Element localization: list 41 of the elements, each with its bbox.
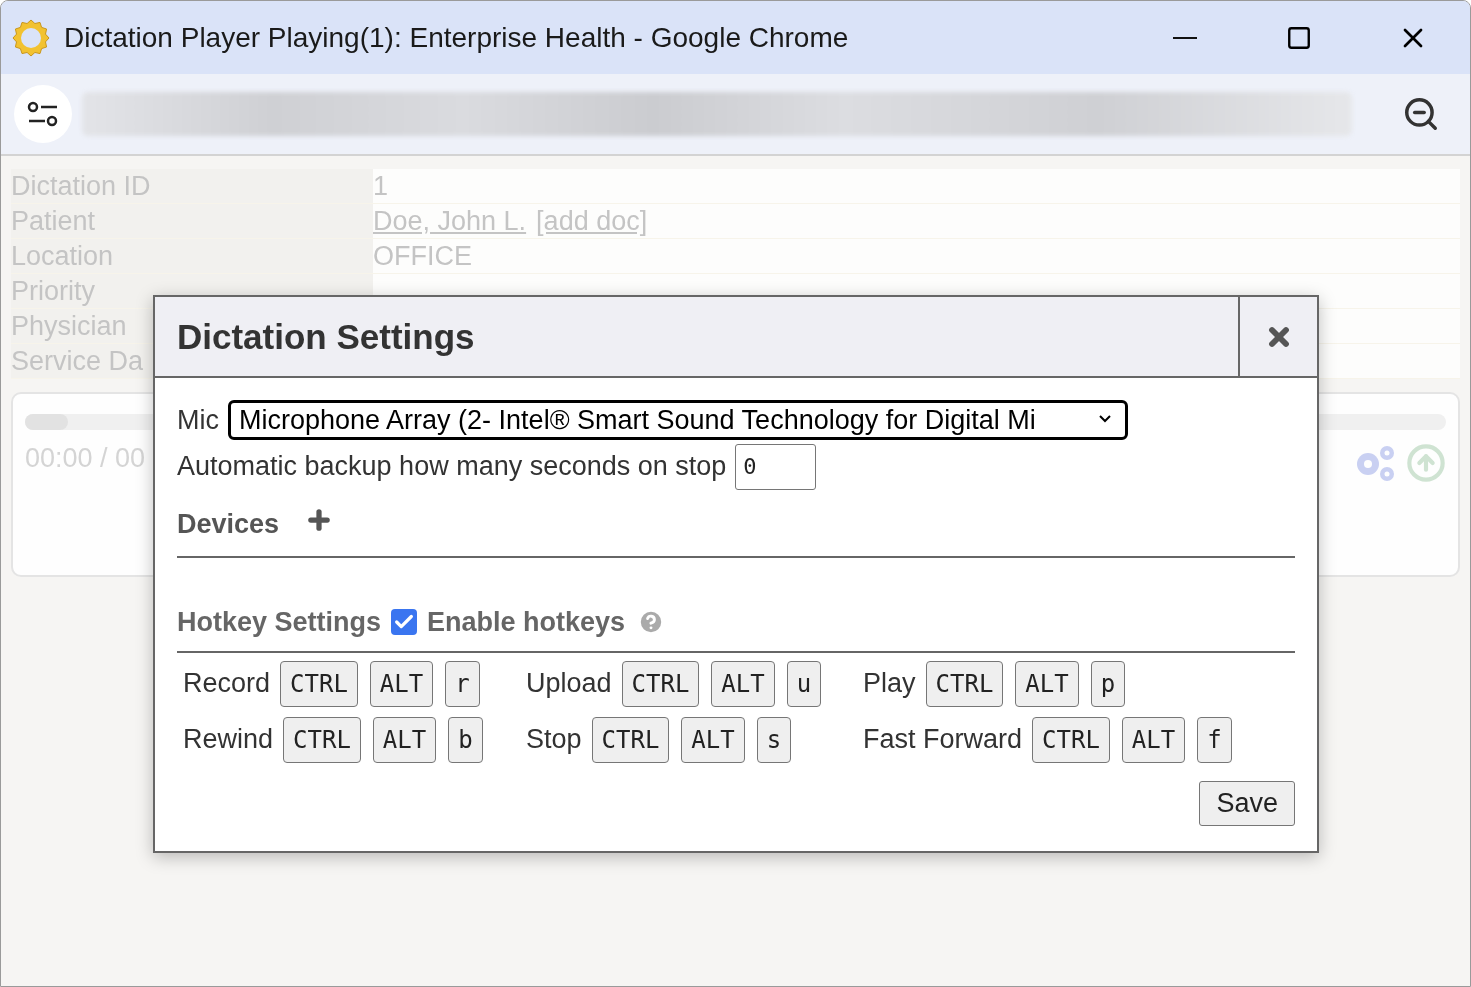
hotkey-action-label: Play (863, 667, 916, 701)
minimize-icon (1173, 36, 1197, 39)
zoom-out-icon[interactable] (1402, 95, 1440, 133)
backup-label: Automatic backup how many seconds on stop (177, 450, 727, 484)
hotkey-key[interactable]: CTRL (280, 660, 358, 707)
hotkey-action-label: Stop (526, 723, 582, 757)
hotkey-action-label: Record (183, 667, 271, 701)
hotkey-heading: Hotkey Settings (177, 606, 382, 639)
hotkey-key[interactable]: b (448, 716, 483, 763)
hotkey-key[interactable]: ALT (711, 660, 775, 707)
window-title: Dictation Player Playing(1): Enterprise Health - Google Chrome (64, 20, 849, 55)
hotkey-key[interactable]: CTRL (925, 660, 1004, 707)
maximize-icon (1286, 24, 1312, 51)
hotkey-key[interactable]: ALT (369, 660, 434, 707)
hotkey-action-label: Rewind (183, 723, 274, 757)
chevron-down-icon (1099, 415, 1111, 424)
devices-heading: Devices (177, 507, 280, 541)
hotkey-key[interactable]: ALT (1121, 716, 1186, 763)
hotkey-key[interactable]: CTRL (591, 716, 670, 763)
hotkey-key[interactable]: r (445, 660, 480, 707)
hotkey-key[interactable]: CTRL (1032, 716, 1110, 763)
hotkey-key[interactable]: CTRL (621, 660, 700, 707)
sun-logo-icon (11, 17, 51, 58)
hotkey-key[interactable]: ALT (681, 716, 745, 763)
hotkey-key[interactable]: p (1090, 660, 1126, 707)
hotkey-key[interactable]: s (756, 716, 792, 763)
mic-label: Mic (177, 404, 219, 437)
hotkey-key[interactable]: u (786, 660, 822, 707)
save-button[interactable]: Save (1199, 780, 1295, 826)
field-value: OFFICE (373, 240, 472, 273)
hotkey-key[interactable]: f (1197, 716, 1232, 763)
hotkey-key[interactable]: ALT (372, 716, 437, 763)
hotkey-key[interactable]: ALT (1015, 660, 1079, 707)
hotkey-key[interactable]: CTRL (283, 716, 361, 763)
hotkey-action-label: Fast Forward (863, 723, 1023, 757)
field-value: 1 (373, 170, 389, 203)
enable-hotkeys-label: Enable hotkeys (427, 606, 626, 639)
backup-seconds-field[interactable]: 0 (735, 443, 817, 490)
enable-hotkeys-checkbox[interactable] (391, 609, 418, 636)
mic-select[interactable]: Microphone Array (2- Intel® Smart Sound Technology for Digital Mi (228, 400, 1128, 441)
hotkey-action-label: Upload (526, 667, 612, 701)
